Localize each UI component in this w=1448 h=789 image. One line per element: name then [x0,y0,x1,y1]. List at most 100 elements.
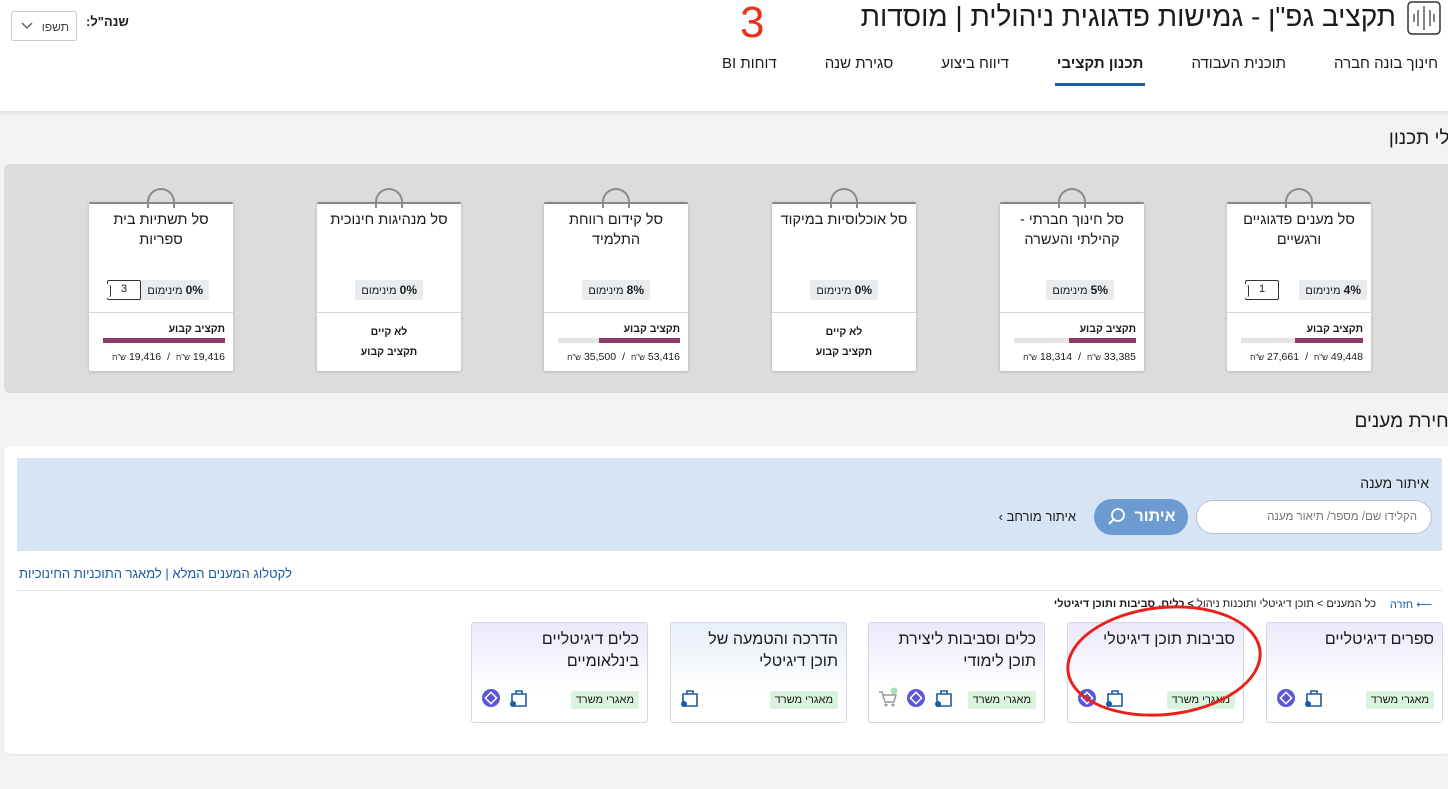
nav-tab-budget-planning[interactable]: תכנון תקציבי [1054,52,1145,86]
breadcrumb: כל המענים > תוכן דיגיטלי ותוכנות ניהול >… [1053,598,1376,610]
currency: ש"ח [112,353,127,362]
diamond-badge-icon[interactable] [905,687,927,709]
basket-card[interactable]: סל חינוך חברתי - קהילתי והעשרה 5% מינימו… [1000,188,1144,371]
nav-tab-work-plan[interactable]: תוכנית העבודה [1191,52,1286,86]
basket-card[interactable]: סל מענים פדגוגיים ורגשיים 4% מינימום 1 ת… [1227,188,1371,371]
budget-total: 19,416 [192,351,225,363]
divider [1227,312,1371,313]
year-select-value: תשפו [41,20,69,34]
solution-card[interactable]: כלים וסביבות ליצירת תוכן לימודי מאגרי מש… [868,622,1045,723]
search-icon [1107,508,1125,525]
search-input[interactable] [1196,500,1432,534]
fixed-budget-label: תקציב קבוע [1306,323,1363,335]
currency: ש"ח [567,353,582,362]
currency: ש"ח [1314,353,1328,362]
shopping-bag-icon[interactable] [679,687,701,709]
shopping-bag-icon[interactable] [1303,687,1325,709]
basket-ring-icon [830,188,858,210]
nav-tab-social-education[interactable]: חינוך בונה חברה [1334,52,1438,86]
chevron-down-icon [21,22,33,30]
search-area: איתור מענה איתור איתור מורחב › [17,458,1442,551]
basket-ring-icon [147,188,175,210]
search-button[interactable]: איתור [1094,499,1188,535]
year-label: שנה"ל: [86,14,129,29]
currency: ש"ח [1087,353,1101,362]
min-badge: 0% מינימום [141,280,209,300]
nav-tab-execution-report[interactable]: דיווח ביצוע [941,52,1009,86]
fixed-budget-label: תקציב קבוע [623,323,680,335]
shopping-bag-icon[interactable] [508,687,530,709]
back-link[interactable]: ⟵ חזרה [1390,598,1432,611]
nav-tab-year-closing[interactable]: סגירת שנה [825,52,893,86]
solution-card[interactable]: הדרכה והטמעה של תוכן דיגיטלי מאגרי משרד [670,622,847,723]
card-actions [679,687,701,709]
chevron-left-icon: › [998,509,1003,524]
catalog-links: לקטלוג המענים המלא | למאגר התוכניות החינ… [19,566,292,581]
budget-progress-fill [103,338,225,343]
no-fixed-label: לא קיים [825,326,863,338]
shopping-bag-icon[interactable] [1104,687,1126,709]
budget-progress [1241,338,1363,343]
solution-card[interactable]: סביבות תוכן דיגיטלי מאגרי משרד [1067,622,1244,723]
budget-total: 53,416 [647,351,680,363]
card-actions [1076,687,1126,709]
full-catalog-link[interactable]: לקטלוג המענים המלא [172,566,292,581]
divider [17,590,1442,591]
solution-card[interactable]: כלים דיגיטליים בינלאומיים מאגרי משרד [471,622,648,723]
no-fixed-budget: לא קיים תקציב קבוע [317,322,461,362]
budget-progress [1014,338,1136,343]
app-header: תקציב גפ"ן - גמישות פדגוגית ניהולית | מו… [0,0,1448,112]
basket-name: סל מענים פדגוגיים ורגשיים [1243,212,1355,248]
min-badge: 0% מינימום [810,280,878,300]
back-arrow-icon: ⟵ [1416,599,1432,611]
min-label: מינימום [147,285,183,297]
annotation-number: 3 [740,0,765,47]
diamond-badge-icon[interactable] [1275,687,1297,709]
card-badge: מאגרי משרד [967,691,1036,709]
divider [544,312,688,313]
link-separator: | [165,566,169,581]
budget-amounts: 49,448 ש"ח/27,661 ש"ח [1250,351,1363,363]
basket-name: סל קידום רווחת התלמיד [568,212,664,248]
main-nav: חינוך בונה חברה תוכנית העבודה תכנון תקצי… [674,52,1438,86]
card-actions [1275,687,1325,709]
advanced-search-label: איתור מורחב [1006,509,1076,524]
advanced-search-link[interactable]: איתור מורחב › [999,509,1076,524]
basket-ring-icon [1058,188,1086,210]
solution-card[interactable]: ספרים דיגיטליים מאגרי משרד [1266,622,1443,723]
year-select[interactable]: תשפו [11,11,77,41]
basket-card[interactable]: סל אוכלוסיות במיקוד 0% מינימום לא קיים תק… [772,188,916,371]
min-badge: 4% מינימום [1299,280,1367,300]
breadcrumb-item[interactable]: תוכן דיגיטלי ותוכנות ניהול [1197,598,1314,610]
budget-amounts: 19,416 ש"ח/19,416 ש"ח [112,351,225,363]
basket-card[interactable]: סל קידום רווחת התלמיד 8% מינימום תקציב ק… [544,188,688,371]
budget-spent: 35,500 [583,351,617,363]
programs-repository-link[interactable]: למאגר התוכניות החינוכיות [19,566,162,581]
budget-progress [558,338,680,343]
ticket-count-icon[interactable]: 3 [104,280,141,300]
page-title: תקציב גפ"ן - גמישות פדגוגית ניהולית | מו… [860,1,1396,32]
card-badge: מאגרי משרד [769,691,838,709]
shopping-bag-icon[interactable] [933,687,955,709]
breadcrumb-item[interactable]: כל המענים [1326,598,1376,610]
divider [772,312,916,313]
nav-tab-bi-reports[interactable]: דוחות BI [722,52,777,86]
min-badge: 8% מינימום [582,280,650,300]
ticket-count-icon[interactable]: 1 [1242,280,1279,300]
diamond-badge-icon[interactable] [480,687,502,709]
basket-card[interactable]: סל מנהיגות חינוכית 0% מינימום לא קיים תקצ… [317,188,461,371]
diamond-badge-icon[interactable] [1076,687,1098,709]
search-title: איתור מענה [1360,475,1429,491]
card-title: כלים דיגיטליים בינלאומיים [541,631,639,670]
divider [89,312,233,313]
budget-amounts: 33,385 ש"ח/18,314 ש"ח [1023,351,1136,363]
cart-check-icon[interactable] [877,687,899,709]
breadcrumb-current: כלים, סביבות ותוכן דיגיטלי [1053,598,1185,610]
card-badge: מאגרי משרד [1365,691,1434,709]
budget-progress [103,338,225,343]
fixed-budget-label: תקציב קבוע [815,346,873,358]
no-fixed-budget: לא קיים תקציב קבוע [772,322,916,362]
basket-card[interactable]: סל תשתיות בית ספריות 0% מינימום 3 תקציב … [89,188,233,371]
budget-progress-fill [1068,338,1136,343]
basket-name: סל חינוך חברתי - קהילתי והעשרה [1020,212,1124,248]
